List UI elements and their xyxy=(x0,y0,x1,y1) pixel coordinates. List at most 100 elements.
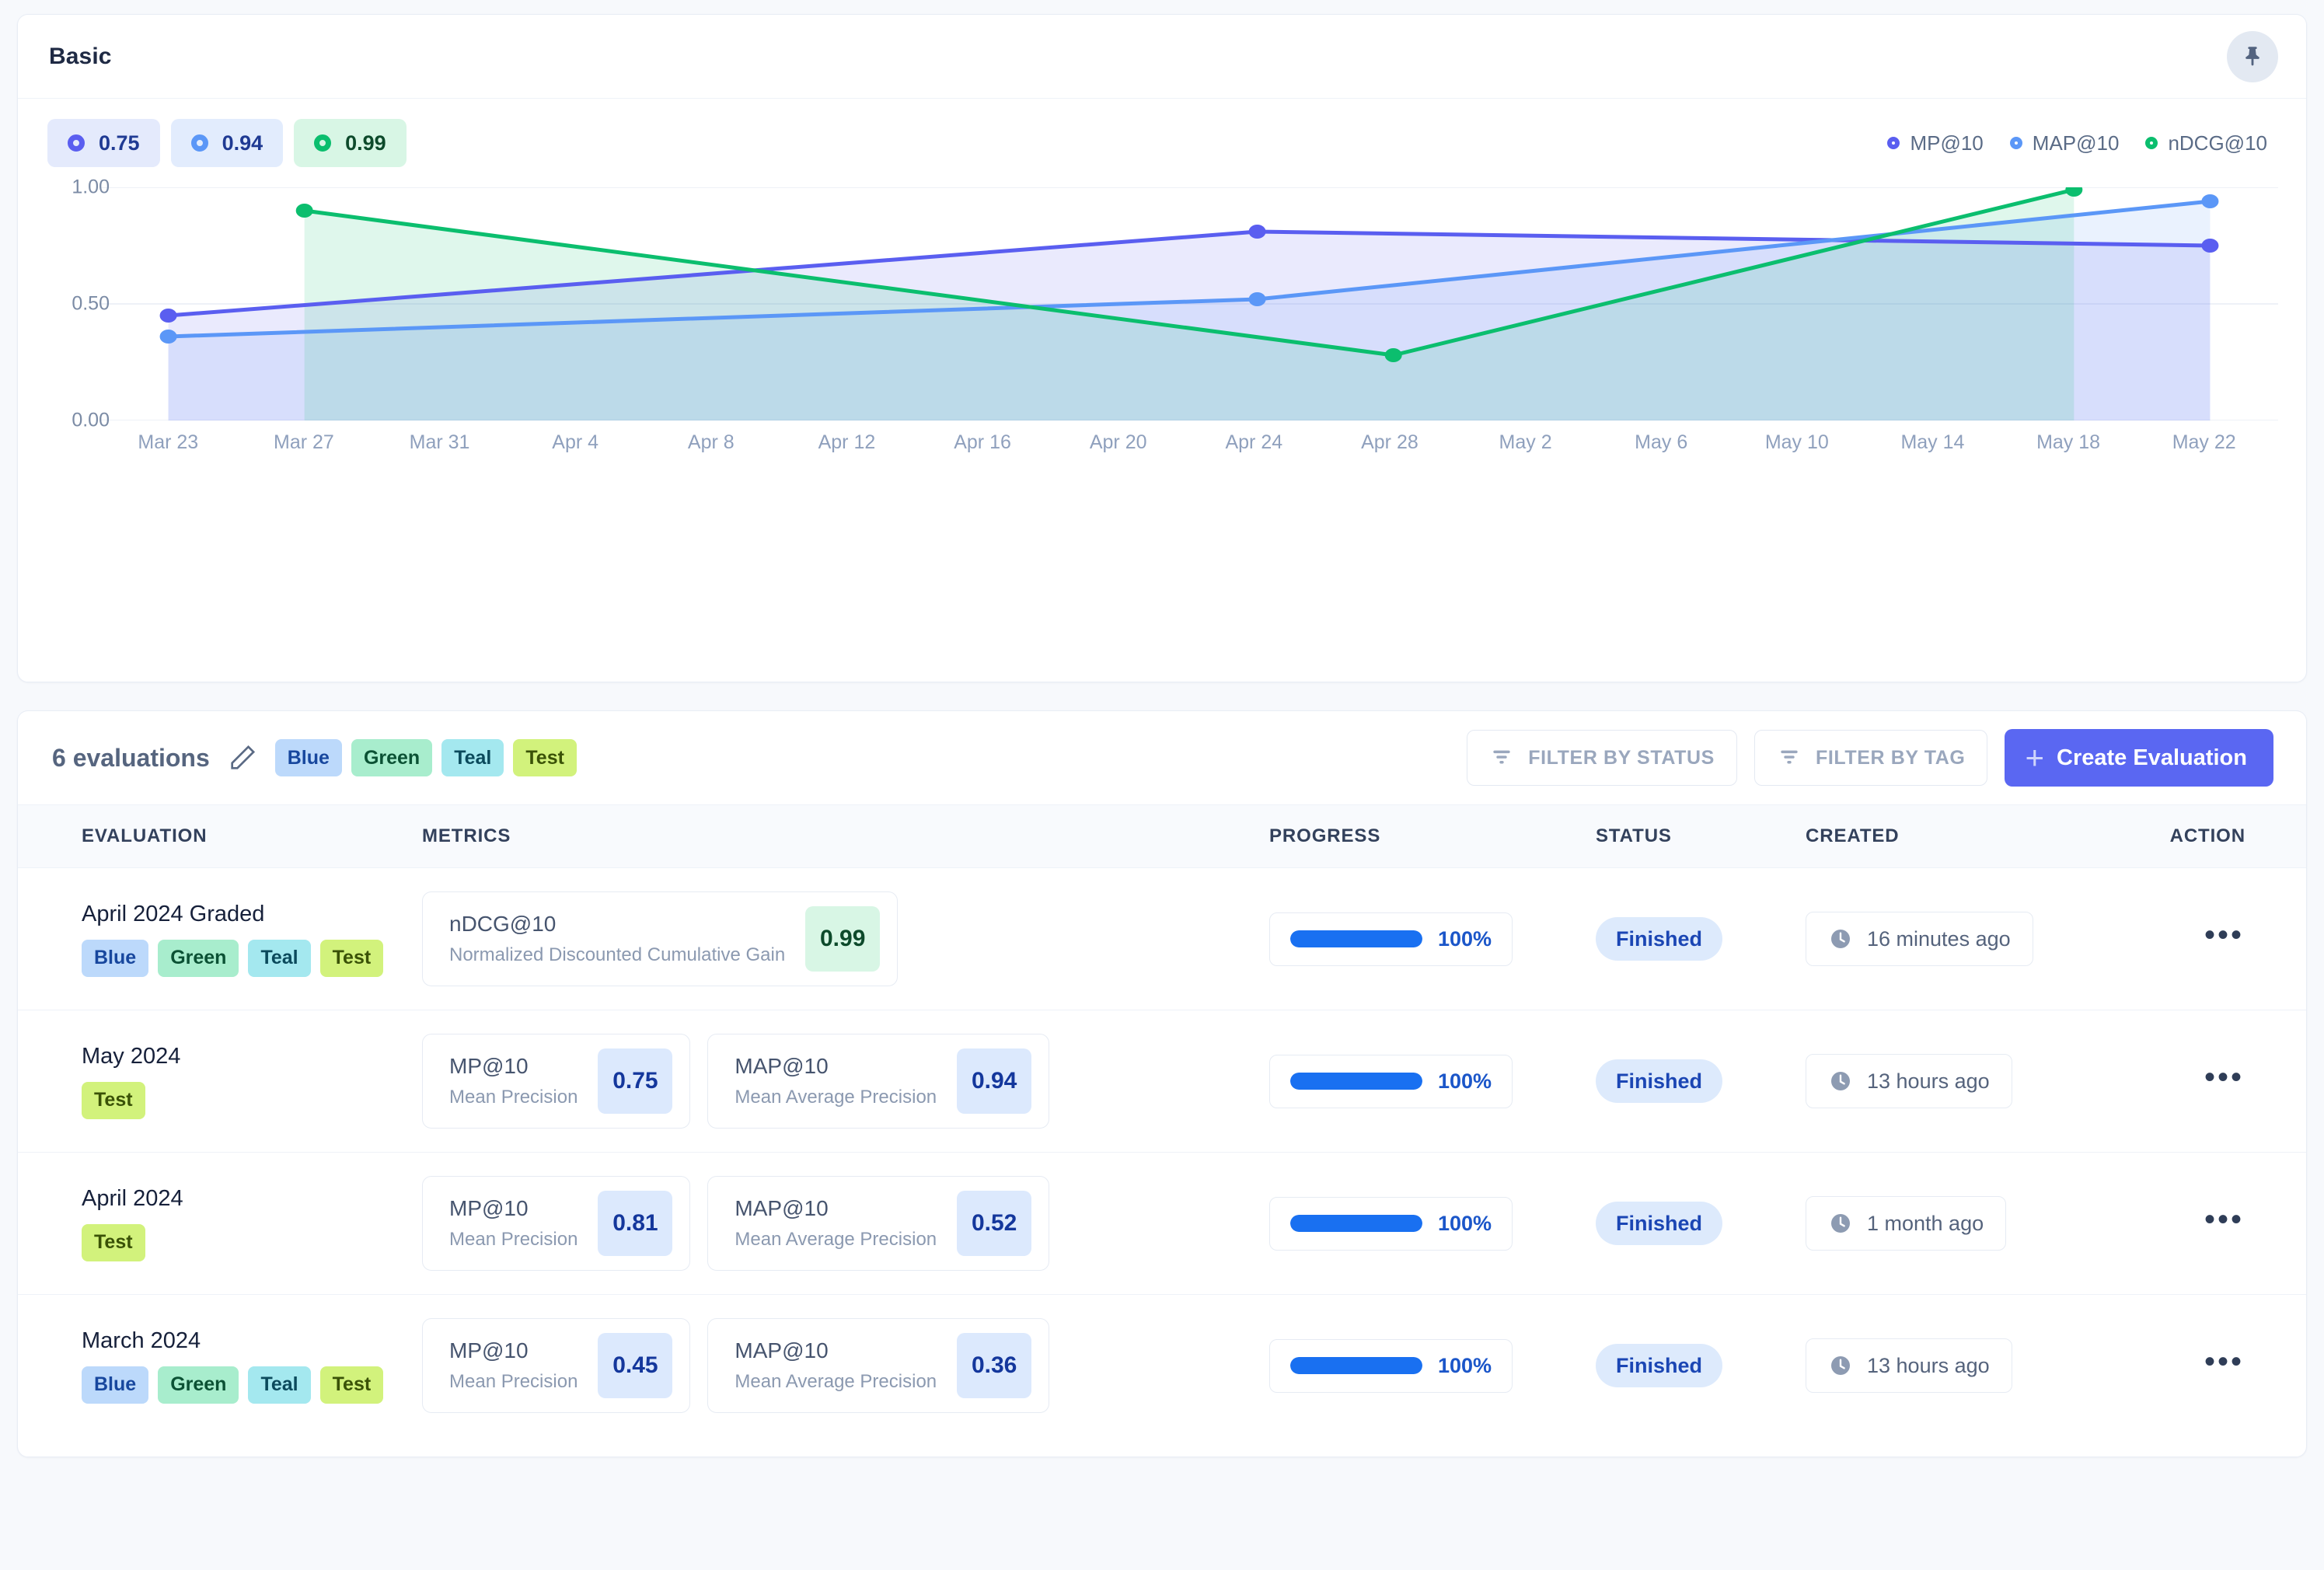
legend-label: nDCG@10 xyxy=(2168,131,2267,155)
metric-list: MP@10 Mean Precision 0.45 MAP@10 Mean Averag… xyxy=(422,1318,1269,1413)
toolbar-left-group: 6 evaluations Blue Green Teal Test xyxy=(52,739,577,776)
metric-card[interactable]: MAP@10 Mean Average Precision 0.36 xyxy=(707,1318,1050,1413)
tag-chip[interactable]: Blue xyxy=(82,939,149,977)
created-cell: 1 month ago xyxy=(1806,1152,2116,1295)
metric-list: MP@10 Mean Precision 0.81 MAP@10 Mean Averag… xyxy=(422,1176,1269,1271)
metric-description: Mean Precision xyxy=(449,1087,578,1108)
column-header-progress: PROGRESS xyxy=(1269,804,1596,868)
row-menu-button[interactable]: ••• xyxy=(2204,1202,2244,1237)
evaluation-cell: May 2024 Test xyxy=(18,1010,422,1153)
data-point[interactable] xyxy=(159,309,177,323)
metric-text: MAP@10 Mean Average Precision xyxy=(735,1196,937,1251)
data-point[interactable] xyxy=(1248,292,1266,306)
legend-label: MP@10 xyxy=(1910,131,1984,155)
data-point[interactable] xyxy=(295,204,313,218)
summary-chip[interactable]: 0.75 xyxy=(47,119,160,167)
filter-by-tag-button[interactable]: FILTER BY TAG xyxy=(1753,730,1988,786)
evaluation-cell: April 2024 Graded Blue Green Teal Test xyxy=(18,867,422,1010)
evaluation-tag-list: Test xyxy=(82,1223,422,1261)
tag-chip[interactable]: Test xyxy=(82,1223,145,1261)
data-point[interactable] xyxy=(2201,239,2219,253)
progress-fill xyxy=(1290,1357,1422,1374)
filter-icon xyxy=(1493,750,1510,764)
tag-chip[interactable]: Test xyxy=(319,1366,384,1404)
data-point[interactable] xyxy=(1248,225,1266,239)
x-axis-tick: Apr 24 xyxy=(1225,431,1283,453)
tag-chip[interactable]: Teal xyxy=(248,939,311,977)
metric-key: MP@10 xyxy=(449,1338,529,1362)
column-header-action: ACTION xyxy=(2116,804,2306,868)
table-row[interactable]: May 2024 Test MP@10 Mean Precision 0.75 MAP@1… xyxy=(18,1010,2306,1153)
summary-chip[interactable]: 0.94 xyxy=(170,119,284,167)
status-badge: Finished xyxy=(1596,917,1723,961)
page-title: Basic xyxy=(49,43,112,69)
clock-icon xyxy=(1831,930,1850,948)
table-header: EVALUATION METRICS PROGRESS STATUS CREATED AC… xyxy=(18,804,2306,868)
metric-card[interactable]: nDCG@10 Normalized Discounted Cumulative … xyxy=(422,891,899,986)
tag-chip[interactable]: Test xyxy=(513,739,577,776)
tag-chip[interactable]: Green xyxy=(158,939,239,977)
summary-chip[interactable]: 0.99 xyxy=(294,119,407,167)
metric-card[interactable]: MAP@10 Mean Average Precision 0.94 xyxy=(707,1034,1050,1129)
table-row[interactable]: April 2024 Test MP@10 Mean Precision 0.81 MAP… xyxy=(18,1152,2306,1295)
metric-text: nDCG@10 Normalized Discounted Cumulative … xyxy=(449,912,785,966)
y-axis-tick: 0.00 xyxy=(72,409,110,431)
metric-card[interactable]: MP@10 Mean Precision 0.75 xyxy=(422,1034,691,1129)
progress-label: 100% xyxy=(1438,1353,1492,1377)
pin-button[interactable] xyxy=(2227,30,2278,82)
row-menu-button[interactable]: ••• xyxy=(2204,1060,2244,1094)
tag-chip[interactable]: Green xyxy=(351,739,433,776)
table-row[interactable]: March 2024 Blue Green Teal Test MP@10 Mean Pre… xyxy=(18,1295,2306,1437)
line-chart-svg xyxy=(100,187,2278,420)
metric-key: nDCG@10 xyxy=(449,912,557,936)
chart-panel: Basic 0.75 0.94 0.99 MP@10 MAP@10 nDCG@10 1.… xyxy=(17,14,2307,682)
tag-chip[interactable]: Test xyxy=(319,939,384,977)
tag-chip[interactable]: Test xyxy=(82,1081,145,1119)
table-row[interactable]: April 2024 Graded Blue Green Teal Test nDCG@1… xyxy=(18,867,2306,1010)
x-axis-tick: May 14 xyxy=(1900,431,1965,453)
tag-chip[interactable]: Teal xyxy=(248,1366,311,1404)
table-header-row: EVALUATION METRICS PROGRESS STATUS CREATED AC… xyxy=(18,804,2306,868)
tag-chip[interactable]: Teal xyxy=(441,739,504,776)
tag-chip[interactable]: Blue xyxy=(82,1366,149,1404)
legend-item[interactable]: MP@10 xyxy=(1887,131,1984,155)
x-axis-tick: Mar 31 xyxy=(409,431,470,453)
create-evaluation-button[interactable]: + Create Evaluation xyxy=(2005,729,2273,787)
row-menu-button[interactable]: ••• xyxy=(2204,1345,2244,1379)
created-timestamp: 13 hours ago xyxy=(1806,1054,2012,1108)
data-point[interactable] xyxy=(1384,348,1402,362)
evaluations-panel: 6 evaluations Blue Green Teal Test FILTER B… xyxy=(17,710,2307,1457)
summary-chip-value: 0.99 xyxy=(345,131,386,155)
data-point[interactable] xyxy=(2201,194,2219,208)
edit-pencil-icon[interactable] xyxy=(227,742,258,773)
created-text: 13 hours ago xyxy=(1867,1353,1990,1377)
legend-item[interactable]: MAP@10 xyxy=(2009,131,2119,155)
data-point[interactable] xyxy=(159,330,177,344)
metrics-cell: nDCG@10 Normalized Discounted Cumulative … xyxy=(422,867,1269,1010)
legend-item[interactable]: nDCG@10 xyxy=(2145,131,2267,155)
chart-body: 0.75 0.94 0.99 MP@10 MAP@10 nDCG@10 1.00 0.50… xyxy=(18,99,2306,454)
evaluation-name: March 2024 xyxy=(82,1328,201,1353)
y-axis-tick: 1.00 xyxy=(72,176,110,198)
clock-icon xyxy=(1831,1356,1850,1375)
metric-list: MP@10 Mean Precision 0.75 MAP@10 Mean Averag… xyxy=(422,1034,1269,1129)
metric-card[interactable]: MP@10 Mean Precision 0.45 xyxy=(422,1318,691,1413)
metric-card[interactable]: MAP@10 Mean Average Precision 0.52 xyxy=(707,1176,1050,1271)
evaluations-table: EVALUATION METRICS PROGRESS STATUS CREATED AC… xyxy=(18,804,2306,1436)
metric-key: MAP@10 xyxy=(735,1196,829,1220)
created-text: 16 minutes ago xyxy=(1867,926,2011,951)
filter-by-status-button[interactable]: FILTER BY STATUS xyxy=(1467,730,1737,786)
evaluation-name: May 2024 xyxy=(82,1043,181,1069)
x-axis-tick: Apr 20 xyxy=(1089,431,1147,453)
status-cell: Finished xyxy=(1596,867,1806,1010)
action-cell: ••• xyxy=(2116,1295,2306,1437)
metric-card[interactable]: MP@10 Mean Precision 0.81 xyxy=(422,1176,691,1271)
row-menu-button[interactable]: ••• xyxy=(2204,918,2244,952)
metric-key: MP@10 xyxy=(449,1196,529,1220)
x-axis-tick: Apr 16 xyxy=(954,431,1011,453)
tag-chip[interactable]: Green xyxy=(158,1366,239,1404)
action-cell: ••• xyxy=(2116,1010,2306,1153)
tag-chip[interactable]: Blue xyxy=(274,739,342,776)
clock-icon xyxy=(1831,1072,1850,1090)
filter-icon xyxy=(1781,750,1798,764)
